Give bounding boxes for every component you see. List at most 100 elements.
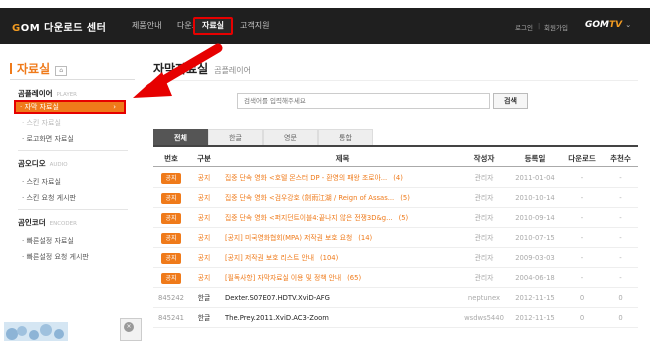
sidebar-section-gomplayer[interactable]: 곰플레이어 PLAYER [18, 88, 77, 99]
notice-badge: 공지 [161, 272, 181, 284]
sidebar-section-divider [18, 209, 128, 210]
search-input[interactable] [237, 93, 490, 109]
nav-product-info[interactable]: 제품안내 [132, 20, 161, 31]
row-title-link[interactable]: 집중 단속 영화 <퍼지던트이블4:끝나지 않은 전쟁3D&g... [225, 214, 393, 222]
sidebar-item-audio-skin-resources[interactable]: · 스킨 자료실 [22, 177, 61, 187]
gomtv-logo-text: GOM [585, 20, 609, 30]
table-row[interactable]: 공지 공지 [필독사항] 자막자료실 이용 및 정책 안내 (65) 관리자 2004-0… [153, 269, 638, 288]
row-category-cell: 한글 [197, 314, 211, 322]
notice-badge: 공지 [161, 232, 181, 244]
close-icon[interactable]: × [124, 322, 134, 332]
row-date-cell: 2012-11-15 [515, 294, 555, 302]
row-title-link[interactable]: [공지] 저작권 보호 리스트 안내 [225, 254, 314, 262]
table-row[interactable]: 공지 공지 집중 단속 영화 <검우강호 (劍雨江湖 / Reign of Assa… [153, 189, 638, 208]
row-comment-count: (5) [398, 214, 409, 222]
table-row[interactable]: 공지 공지 [공지] 저작권 보호 리스트 안내 (104) 관리자 2009-03-03… [153, 249, 638, 268]
side-banner-thumbnail[interactable]: × [120, 318, 142, 341]
row-title-link[interactable]: [필독사항] 자막자료실 이용 및 정책 안내 [225, 274, 341, 282]
row-title-cell[interactable]: [공지] 미국영화협회(MPA) 저작권 보호 요청 (14) [225, 229, 460, 248]
tab-integrated[interactable]: 통합 [318, 129, 373, 145]
row-title-cell[interactable]: 집중 단속 영화 <퍼지던트이블4:끝나지 않은 전쟁3D&g... (5) [225, 209, 460, 228]
row-downloads-cell: 0 [579, 314, 585, 322]
sidebar-title-text: 자료실 [17, 62, 51, 76]
row-category-cell: 공지 [197, 254, 211, 262]
row-recommendations-cell: - [619, 174, 622, 182]
tab-all[interactable]: 전체 [153, 129, 208, 145]
signup-link[interactable]: 회원가입 [544, 22, 568, 32]
gomtv-logo[interactable]: GOMTV ⌄ [585, 20, 631, 30]
tab-english[interactable]: 영문 [263, 129, 318, 145]
home-icon[interactable]: ⌂ [55, 66, 68, 76]
row-downloads-cell: - [580, 174, 584, 182]
row-comment-count: (5) [400, 194, 410, 202]
row-recommendations-cell: - [619, 234, 622, 242]
section-label: 곰인코더 [18, 218, 46, 227]
login-link[interactable]: 로그인 [515, 22, 533, 32]
sidebar-section-gomencoder[interactable]: 곰인코더 ENCODER [18, 217, 77, 228]
row-recommendations-cell: - [619, 194, 622, 202]
row-comment-count: (104) [319, 254, 339, 262]
tab-korean[interactable]: 한글 [208, 129, 263, 145]
row-downloads-cell: - [580, 234, 584, 242]
row-category-cell: 한글 [197, 294, 211, 302]
sidebar-item-skin-resources[interactable]: · 스킨 자료실 [22, 118, 61, 128]
sidebar-item-logo-resources[interactable]: · 로고화면 자료실 [22, 134, 74, 144]
row-title-cell[interactable]: [공지] 저작권 보호 리스트 안내 (104) [225, 249, 460, 268]
row-category-cell: 공지 [197, 234, 211, 242]
row-recommendations-cell: - [619, 274, 622, 282]
row-title-cell[interactable]: 집중 단속 영화 <검우강호 (劍雨江湖 / Reign of Assas...… [225, 189, 460, 208]
section-en-label: PLAYER [56, 92, 78, 98]
nav-resources-active[interactable]: 자료실 [193, 17, 233, 35]
row-title-link[interactable]: 집중 단속 영화 <검우강호 (劍雨江湖 / Reign of Assas... [225, 194, 394, 202]
row-comment-count: (14) [358, 234, 373, 242]
row-title-link[interactable]: Dexter.S07E07.HDTV.XviD-AFG [225, 294, 330, 302]
sidebar-item-audio-skin-requests[interactable]: · 스킨 요청 게시판 [22, 193, 76, 203]
row-number-cell: 공지 [153, 209, 189, 228]
table-row[interactable]: 공지 공지 [공지] 미국영화협회(MPA) 저작권 보호 요청 (14) 관리자 201… [153, 229, 638, 248]
row-number-cell: 공지 [153, 189, 189, 208]
title-accent-bar [10, 63, 12, 74]
sidebar-section-gomaudio[interactable]: 곰오디오 AUDIO [18, 158, 68, 169]
section-en-label: ENCODER [49, 221, 77, 227]
row-title-link[interactable]: [공지] 미국영화협회(MPA) 저작권 보호 요청 [225, 234, 352, 242]
row-title-link[interactable]: The.Prey.2011.XviD.AC3-Zoom [225, 314, 329, 322]
column-header-downloads: 다운로드 [568, 154, 596, 163]
row-title-cell[interactable]: Dexter.S07E07.HDTV.XviD-AFG [225, 289, 460, 308]
row-recommendations-cell: - [619, 254, 622, 262]
row-author-cell: neptunex [467, 294, 501, 302]
section-en-label: AUDIO [49, 162, 68, 168]
sidebar-item-quick-settings-resources[interactable]: · 빠른설정 자료실 [22, 236, 74, 246]
sidebar-item-text: 빠른설정 자료실 [26, 237, 74, 245]
gom-download-center-logo[interactable]: GOM 다운로드 센터 [12, 19, 106, 34]
row-title-cell[interactable]: 집중 단속 영화 <호텔 몬스터 DP - 환영의 패왕 조로아... (4) [225, 169, 460, 188]
world-map-banner[interactable] [4, 322, 68, 341]
table-row[interactable]: 공지 공지 집중 단속 영화 <호텔 몬스터 DP - 환영의 패왕 조로아... (… [153, 169, 638, 188]
sidebar-divider [10, 79, 135, 80]
page-root: GOM 다운로드 센터 제품안내 다운로드 자료실 고객지원 로그인 | 회원가… [0, 0, 650, 341]
top-navigation-bar: GOM 다운로드 센터 제품안내 다운로드 자료실 고객지원 로그인 | 회원가… [0, 8, 650, 44]
row-number-cell: 845242 [158, 294, 184, 302]
row-category-cell: 공지 [197, 194, 211, 202]
row-title-link[interactable]: 집중 단속 영화 <호텔 몬스터 DP - 환영의 패왕 조로아... [225, 174, 387, 182]
row-author-cell: wsdws5440 [464, 314, 504, 322]
row-downloads-cell: - [580, 254, 584, 262]
chevron-right-icon: › [113, 103, 116, 111]
row-number-cell: 845241 [158, 314, 184, 322]
notice-badge: 공지 [161, 172, 181, 184]
table-row[interactable]: 845242 한글 Dexter.S07E07.HDTV.XviD-AFG neptu… [153, 289, 638, 308]
sidebar-item-subtitle-resources[interactable]: · 자막 자료실 › [14, 100, 126, 114]
row-downloads-cell: - [580, 214, 584, 222]
row-date-cell: 2010-09-14 [515, 214, 555, 222]
sidebar-item-quick-settings-requests[interactable]: · 빠른설정 요청 게시판 [22, 252, 89, 262]
table-row[interactable]: 845241 한글 The.Prey.2011.XviD.AC3-Zoom wsdws… [153, 309, 638, 328]
row-recommendations-cell: 0 [618, 314, 623, 322]
section-label: 곰오디오 [18, 159, 46, 168]
sidebar-item-text: 로고화면 자료실 [26, 135, 74, 143]
search-button[interactable]: 검색 [493, 93, 528, 109]
row-category-cell: 공지 [197, 274, 211, 282]
table-row[interactable]: 공지 공지 집중 단속 영화 <퍼지던트이블4:끝나지 않은 전쟁3D&g... (5… [153, 209, 638, 228]
nav-customer-support[interactable]: 고객지원 [240, 20, 269, 31]
row-title-cell[interactable]: The.Prey.2011.XviD.AC3-Zoom [225, 309, 460, 328]
row-recommendations-cell: - [619, 214, 622, 222]
row-title-cell[interactable]: [필독사항] 자막자료실 이용 및 정책 안내 (65) [225, 269, 460, 288]
